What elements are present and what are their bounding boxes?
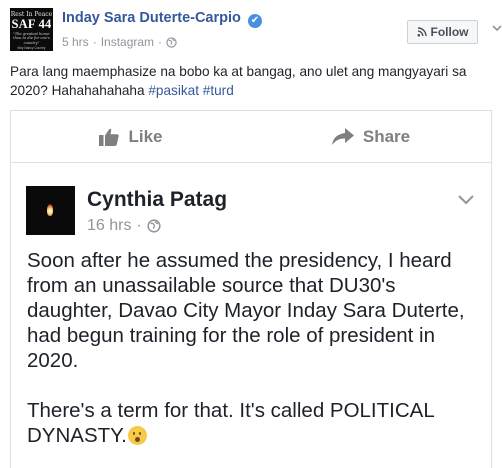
- rss-icon: [417, 27, 427, 37]
- inner-paragraph-with-emoji: There's a term for that. It's called POL…: [27, 398, 485, 448]
- action-bar: Like Share: [11, 111, 491, 163]
- inner-author-name[interactable]: Cynthia Patag: [87, 188, 227, 212]
- like-label: Like: [128, 127, 163, 146]
- post-timestamp[interactable]: 5 hrs: [62, 35, 89, 49]
- shared-post-card: Like Share Cynthia Patag 16 hrs · Soon a…: [10, 110, 492, 468]
- meta-separator: ·: [136, 217, 142, 234]
- hushed-face-emoji-icon: [127, 426, 147, 445]
- share-arrow-icon: [331, 128, 354, 145]
- like-button[interactable]: Like: [11, 111, 251, 163]
- share-button[interactable]: Share: [251, 111, 491, 163]
- candle-flame-icon: [47, 204, 53, 216]
- meta-separator: ·: [158, 35, 163, 49]
- post-header: Rest In Peace SAF 44 "The greatest honor…: [10, 8, 502, 56]
- page-avatar[interactable]: Rest In Peace SAF 44 "The greatest honor…: [10, 8, 53, 51]
- follow-button[interactable]: Follow: [407, 20, 478, 44]
- globe-icon[interactable]: [166, 36, 177, 48]
- avatar-title: SAF 44: [11, 17, 52, 31]
- meta-separator: ·: [92, 35, 97, 49]
- thumbs-up-icon: [99, 128, 120, 146]
- chevron-down-icon[interactable]: [491, 22, 502, 34]
- author-name-link[interactable]: Inday Sara Duterte-Carpio: [62, 10, 241, 26]
- hashtag-link[interactable]: #turd: [203, 83, 234, 98]
- post-meta: 5 hrs · Instagram ·: [62, 35, 177, 49]
- hashtag-link[interactable]: #pasikat: [148, 83, 199, 98]
- post-source[interactable]: Instagram: [101, 35, 154, 49]
- verified-badge-icon: ✔: [248, 14, 262, 28]
- follow-label: Follow: [430, 25, 469, 39]
- inner-author-avatar[interactable]: [26, 186, 75, 235]
- share-label: Share: [362, 127, 411, 146]
- inner-post-meta: 16 hrs ·: [87, 217, 161, 235]
- post-message: Para lang maemphasize na bobo ka at bang…: [10, 64, 467, 98]
- inner-paragraph-text: There's a term for that. It's called POL…: [27, 399, 434, 447]
- globe-icon[interactable]: [147, 219, 161, 233]
- post-text: Para lang maemphasize na bobo ka at bang…: [10, 63, 494, 100]
- avatar-quote: "The greatest honor thou to die for one'…: [13, 32, 50, 45]
- chevron-down-icon[interactable]: [457, 194, 475, 206]
- inner-post-body: Soon after he assumed the presidency, I …: [27, 248, 485, 448]
- avatar-signature: Ibby Nancy Country: [17, 45, 46, 50]
- inner-paragraph: Soon after he assumed the presidency, I …: [27, 249, 465, 372]
- inner-post: Cynthia Patag 16 hrs · Soon after he ass…: [11, 164, 491, 468]
- inner-timestamp[interactable]: 16 hrs: [87, 217, 131, 235]
